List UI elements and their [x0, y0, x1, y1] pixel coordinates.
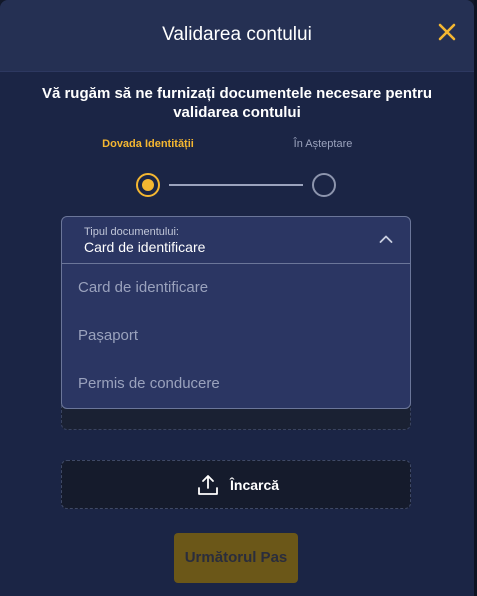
- chevron-up-icon: [379, 235, 393, 243]
- document-type-value: Card de identificare: [84, 239, 206, 255]
- upload-icon: [198, 475, 218, 495]
- intro-text: Vă rugăm să ne furnizați documentele nec…: [41, 85, 433, 121]
- step-label-pending: În Așteptare: [293, 138, 353, 150]
- modal-header: Validarea contului: [0, 0, 474, 72]
- document-type-select-header[interactable]: Tipul documentului: Card de identificare: [62, 217, 410, 264]
- close-button[interactable]: [435, 20, 459, 44]
- step-label-identity: Dovada Identității: [102, 138, 194, 150]
- step-connector-line: [169, 184, 303, 186]
- document-type-caption: Tipul documentului:: [84, 226, 179, 238]
- upload-button[interactable]: Încarcă: [61, 460, 411, 509]
- step-indicator-pending: [312, 173, 336, 197]
- option-passport[interactable]: Pașaport: [62, 312, 410, 360]
- close-x-icon: [438, 23, 456, 41]
- next-step-button[interactable]: Următorul Pas: [174, 533, 298, 583]
- option-driving-license[interactable]: Permis de conducere: [62, 360, 410, 408]
- step-indicator-active: [136, 173, 160, 197]
- document-type-select[interactable]: Tipul documentului: Card de identificare…: [61, 216, 411, 409]
- modal-title: Validarea contului: [162, 24, 312, 45]
- validation-modal: Validarea contului Vă rugăm să ne furniz…: [0, 0, 474, 596]
- option-id-card[interactable]: Card de identificare: [62, 264, 410, 312]
- upload-label: Încarcă: [230, 477, 280, 493]
